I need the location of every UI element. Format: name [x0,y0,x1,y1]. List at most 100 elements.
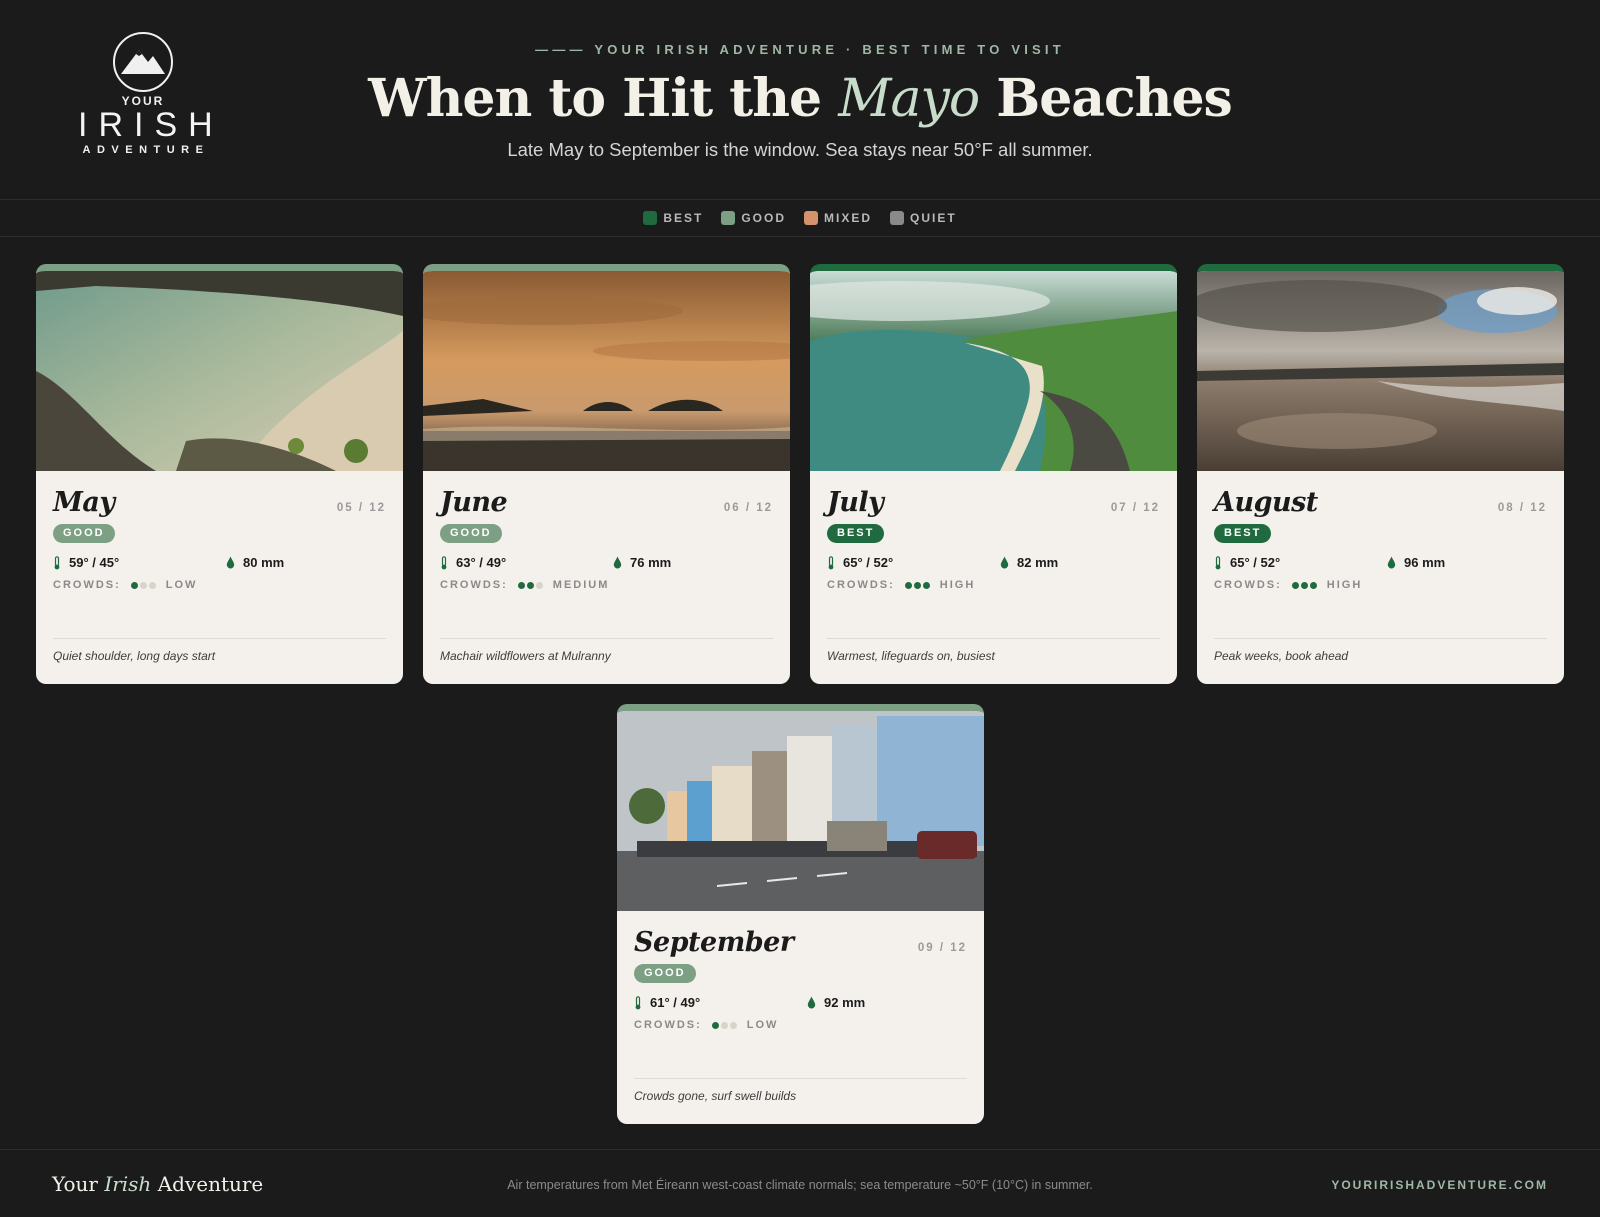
raindrop-icon [807,996,816,1009]
crowds-level: MEDIUM [552,579,610,591]
town-photo [617,711,984,911]
month-card-june[interactable]: June 06 / 12 GOOD 63° / 49° 76 mm CROWDS… [423,264,790,684]
rainfall: 82 mm [1000,555,1058,570]
month-card-august[interactable]: August 08 / 12 BEST 65° / 52° 96 mm CROW… [1197,264,1564,684]
page-title: When to Hit the Mayo Beaches [0,68,1600,129]
rainfall-value: 82 mm [1017,555,1059,570]
card-divider [634,1078,967,1079]
month-name: July [827,487,884,518]
month-card-may[interactable]: May 05 / 12 GOOD 59° / 45° 80 mm CROWDS:… [36,264,403,684]
crowds-dots [1291,581,1317,589]
month-name: May [53,487,115,518]
crowd-dot [130,581,138,589]
beach-photo [810,271,1177,471]
crowds-level: HIGH [1326,579,1363,591]
temperature-value: 61° / 49° [650,995,701,1010]
month-name: June [440,487,508,518]
rainfall-value: 92 mm [824,995,866,1010]
raindrop-icon [226,556,235,569]
crowds-label: CROWDS: [827,579,895,591]
crowd-dot [517,581,525,589]
rating-badge: GOOD [440,524,502,543]
crowd-dot [1309,581,1317,589]
thermometer-icon [635,995,641,1009]
month-name: August [1214,487,1318,518]
legend-swatch-good [721,211,736,225]
card-body: May 05 / 12 GOOD 59° / 45° 80 mm CROWDS:… [36,471,403,684]
crowds-indicator: CROWDS: HIGH [1214,579,1362,591]
crowds-indicator: CROWDS: HIGH [827,579,975,591]
rainfall: 80 mm [226,555,284,570]
month-index: 06 / 12 [723,502,773,514]
temperature: 63° / 49° [440,555,506,570]
title-accent: Mayo [838,69,980,129]
legend-item-quiet: QUIET [890,211,957,225]
month-card-july[interactable]: July 07 / 12 BEST 65° / 52° 82 mm CROWDS… [810,264,1177,684]
month-note: Warmest, lifeguards on, busiest [827,649,995,663]
crowds-label: CROWDS: [53,579,121,591]
crowds-label: CROWDS: [440,579,508,591]
title-post: Beaches [979,68,1233,129]
temperature: 59° / 45° [53,555,119,570]
thermometer-icon [1215,555,1221,569]
crowd-dot [139,581,147,589]
month-card-september[interactable]: September 09 / 12 GOOD 61° / 49° 92 mm C… [617,704,984,1124]
month-index: 09 / 12 [917,942,967,954]
beach-photo [423,271,790,471]
beach-photo [36,271,403,471]
page-footer: Your Irish Adventure Air temperatures fr… [0,1149,1600,1217]
crowds-label: CROWDS: [634,1019,702,1031]
thermometer-icon [828,555,834,569]
card-body: August 08 / 12 BEST 65° / 52° 96 mm CROW… [1197,471,1564,684]
card-divider [1214,638,1547,639]
crowd-dot [720,1021,728,1029]
crowd-dot [1291,581,1299,589]
card-divider [827,638,1160,639]
card-body: September 09 / 12 GOOD 61° / 49° 92 mm C… [617,911,984,1124]
card-body: June 06 / 12 GOOD 63° / 49° 76 mm CROWDS… [423,471,790,684]
crowd-dot [148,581,156,589]
crowds-indicator: CROWDS: LOW [53,579,197,591]
temperature-value: 65° / 52° [843,555,894,570]
page-subtitle: Late May to September is the window. Sea… [507,139,1093,160]
temperature: 65° / 52° [1214,555,1280,570]
crowd-dot [904,581,912,589]
legend-label: MIXED [824,211,873,225]
month-note: Machair wildflowers at Mulranny [440,649,611,663]
crowd-dot [1300,581,1308,589]
card-divider [53,638,386,639]
crowd-dot [535,581,543,589]
page-header: YOUR IRISH ADVENTURE ——— YOUR IRISH ADVE… [0,0,1600,200]
card-divider [440,638,773,639]
raindrop-icon [1000,556,1009,569]
month-note: Crowds gone, surf swell builds [634,1089,797,1103]
rating-badge: GOOD [53,524,115,543]
title-pre: When to Hit the [368,68,839,129]
crowds-dots [904,581,930,589]
thermometer-icon [441,555,447,569]
temperature-value: 59° / 45° [69,555,120,570]
crowd-dot [526,581,534,589]
legend-label: BEST [663,211,704,225]
legend-item-best: BEST [643,211,703,225]
month-name: September [634,927,794,958]
rating-legend: BEST GOOD MIXED QUIET [0,200,1600,237]
legend-swatch-mixed [804,211,818,225]
rainfall: 76 mm [613,555,671,570]
site-link[interactable]: YOURIRISHADVENTURE.COM [1331,1178,1548,1192]
beach-photo [1197,271,1564,471]
rainfall-value: 80 mm [243,555,285,570]
raindrop-icon [1387,556,1396,569]
rainfall-value: 96 mm [1404,555,1446,570]
temperature: 61° / 49° [634,995,700,1010]
crowds-level: LOW [165,579,198,591]
legend-label: QUIET [910,211,957,225]
raindrop-icon [613,556,622,569]
rating-badge: BEST [1214,524,1272,543]
month-index: 05 / 12 [336,502,386,514]
crowds-dots [130,581,156,589]
legend-item-good: GOOD [721,211,786,225]
crowds-indicator: CROWDS: LOW [634,1019,778,1031]
crowds-dots [517,581,543,589]
legend-swatch-quiet [890,211,905,225]
